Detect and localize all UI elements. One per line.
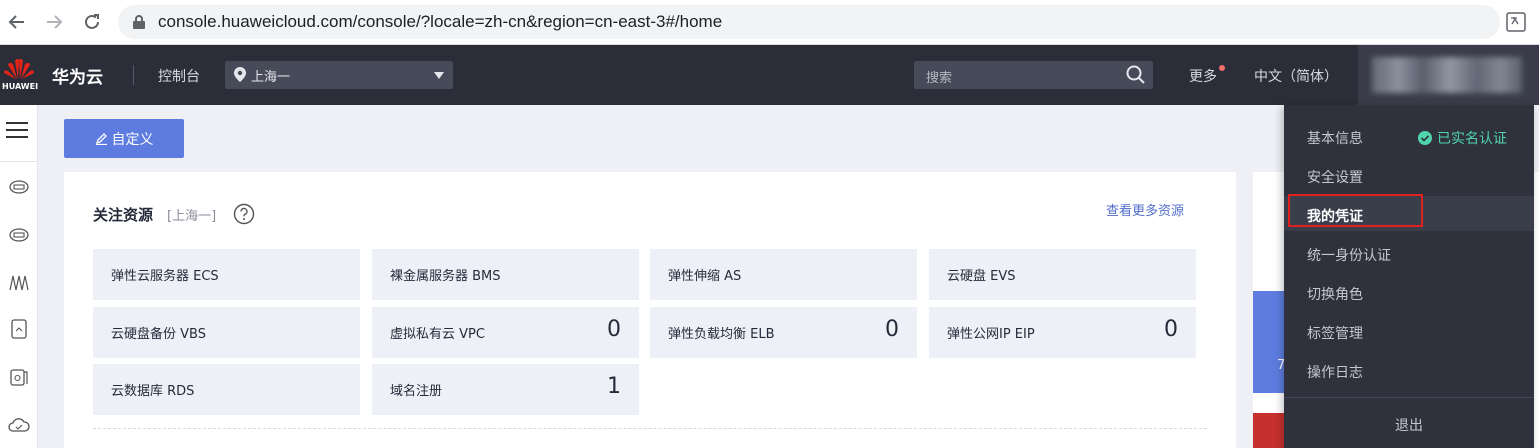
check-circle-icon: [1418, 131, 1432, 145]
help-icon[interactable]: [233, 203, 255, 225]
sidebar-divider: [0, 161, 38, 162]
search-icon[interactable]: [1126, 65, 1146, 85]
cloud-security-icon[interactable]: [8, 414, 30, 436]
arrow-left-icon: [8, 15, 24, 29]
storage-icon[interactable]: [8, 318, 30, 340]
dropdown-divider: [1284, 397, 1534, 398]
card-title: 关注资源: [93, 206, 154, 224]
dropdown-item-switch-role[interactable]: 切换角色: [1307, 284, 1363, 304]
notification-dot: [1219, 65, 1225, 71]
browser-toolbar: console.huaweicloud.com/console/?locale=…: [0, 0, 1539, 45]
address-bar[interactable]: console.huaweicloud.com/console/?locale=…: [118, 5, 1500, 39]
cloud-server-icon[interactable]: [8, 176, 30, 198]
username-redacted: [1372, 57, 1522, 93]
logout-button[interactable]: 退出: [1284, 415, 1534, 435]
cloud-disk-icon[interactable]: [8, 224, 30, 246]
arrow-right-icon: [47, 15, 63, 29]
brand-name[interactable]: 华为云: [52, 63, 103, 88]
tile-count: 1: [607, 374, 621, 399]
nav-divider: [133, 65, 134, 85]
card-divider: [93, 428, 1207, 429]
customize-button[interactable]: 自定义: [64, 119, 184, 158]
database-icon[interactable]: [8, 366, 30, 388]
tile-count: 0: [885, 317, 899, 342]
menu-icon[interactable]: [6, 122, 28, 138]
resource-tile-evs[interactable]: 云硬盘 EVS: [929, 249, 1196, 300]
lock-icon: [133, 15, 145, 29]
dropdown-item-operation-logs[interactable]: 操作日志: [1307, 362, 1363, 382]
tile-name: 弹性负载均衡 ELB: [668, 327, 775, 342]
tile-name: 云硬盘 EVS: [947, 269, 1016, 284]
huawei-flower-icon: [4, 58, 34, 79]
console-link[interactable]: 控制台: [158, 66, 200, 86]
tile-name: 裸金属服务器 BMS: [390, 269, 501, 284]
resource-tile-rds[interactable]: 云数据库 RDS: [93, 364, 360, 415]
service-sidebar: [0, 105, 38, 448]
network-icon[interactable]: [8, 272, 30, 294]
tile-count: 0: [1164, 317, 1178, 342]
location-pin-icon: [234, 67, 246, 82]
more-menu[interactable]: 更多: [1189, 66, 1217, 86]
tile-name: 云数据库 RDS: [111, 384, 195, 399]
focus-resources-card: 关注资源 [上海一] 查看更多资源 弹性云服务器 ECS 裸金属服务器 BMS …: [64, 172, 1236, 448]
resource-tile-vpc[interactable]: 虚拟私有云 VPC 0: [372, 307, 639, 358]
tile-name: 域名注册: [390, 384, 443, 399]
forward-button[interactable]: [43, 11, 65, 33]
url-text: console.huaweicloud.com/console/?locale=…: [158, 12, 723, 31]
tile-name: 虚拟私有云 VPC: [390, 327, 485, 342]
back-button[interactable]: [6, 11, 28, 33]
verified-label: 已实名认证: [1437, 131, 1507, 147]
user-account-menu[interactable]: [1358, 45, 1539, 105]
region-select[interactable]: 上海一: [225, 61, 453, 89]
verified-status: 已实名认证: [1418, 128, 1507, 148]
edit-icon: [95, 133, 107, 145]
resource-tile-vbs[interactable]: 云硬盘备份 VBS: [93, 307, 360, 358]
tile-name: 弹性公网IP EIP: [947, 327, 1035, 342]
reload-button[interactable]: [81, 11, 103, 33]
dropdown-item-iam[interactable]: 统一身份认证: [1307, 245, 1391, 265]
resource-tile-eip[interactable]: 弹性公网IP EIP 0: [929, 307, 1196, 358]
resource-tile-domain[interactable]: 域名注册 1: [372, 364, 639, 415]
region-value: 上海一: [251, 70, 291, 85]
resource-tile-elb[interactable]: 弹性负载均衡 ELB 0: [650, 307, 917, 358]
search-placeholder: 搜索: [926, 71, 953, 86]
tile-name: 弹性云服务器 ECS: [111, 269, 219, 284]
customize-label: 自定义: [111, 131, 154, 148]
resource-tile-bms[interactable]: 裸金属服务器 BMS: [372, 249, 639, 300]
resource-tile-ecs[interactable]: 弹性云服务器 ECS: [93, 249, 360, 300]
tile-count: 0: [607, 317, 621, 342]
dropdown-item-security-settings[interactable]: 安全设置: [1307, 167, 1363, 187]
caret-down-icon: [434, 72, 444, 79]
logo-text: HUAWEI: [2, 82, 39, 91]
huawei-logo[interactable]: HUAWEI: [0, 45, 38, 105]
language-select[interactable]: 中文（简体）: [1254, 66, 1338, 86]
account-dropdown: 基本信息 已实名认证 安全设置 我的凭证 统一身份认证 切换角色 标签管理 操作…: [1284, 105, 1534, 448]
card-region-tag: [上海一]: [167, 209, 217, 224]
translate-icon[interactable]: [1506, 12, 1526, 32]
highlight-box: [1288, 194, 1423, 227]
reload-icon: [85, 14, 99, 29]
dropdown-item-tag-management[interactable]: 标签管理: [1307, 323, 1363, 343]
search-input[interactable]: 搜索: [914, 61, 1153, 89]
tile-name: 弹性伸缩 AS: [668, 269, 742, 284]
tile-name: 云硬盘备份 VBS: [111, 327, 206, 342]
top-navbar: HUAWEI 华为云 控制台 上海一 搜索 更多 中文（简体）: [0, 45, 1539, 105]
resource-tile-as[interactable]: 弹性伸缩 AS: [650, 249, 917, 300]
dropdown-item-basic-info[interactable]: 基本信息: [1307, 128, 1363, 148]
view-more-resources-link[interactable]: 查看更多资源: [1106, 200, 1184, 219]
